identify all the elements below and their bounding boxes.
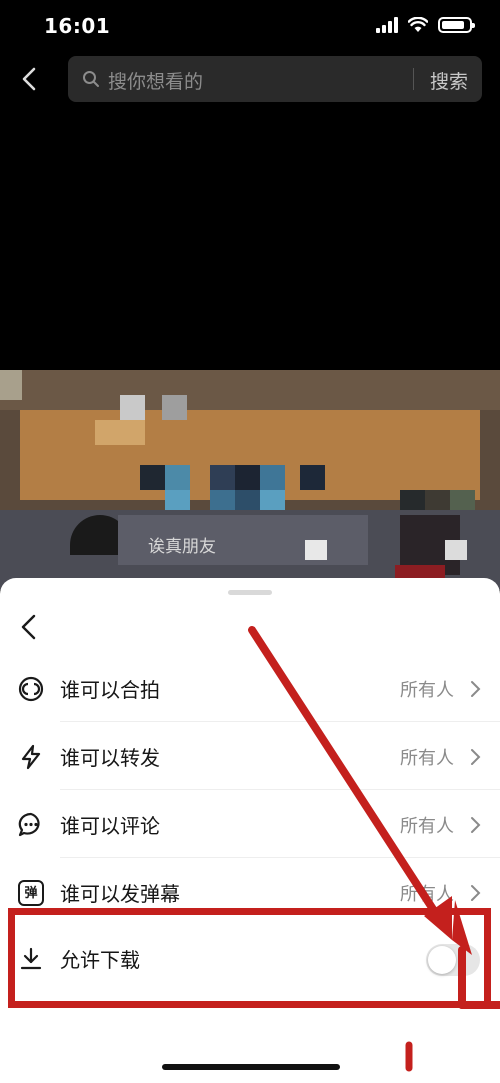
setting-row-comment[interactable]: 谁可以评论 所有人: [0, 790, 500, 858]
danmaku-icon: 弹: [18, 880, 44, 906]
search-header: 搜你想看的 搜索: [0, 52, 500, 106]
video-pixel-block: [305, 540, 327, 560]
setting-label: 谁可以发弹幕: [60, 882, 180, 906]
video-pixel-block: [260, 465, 285, 490]
home-indicator: [162, 1064, 340, 1070]
video-pixel-block: [445, 540, 467, 560]
video-pixel-block: [165, 465, 190, 490]
search-placeholder: 搜你想看的: [108, 71, 204, 93]
video-pixel-block: [140, 465, 165, 490]
search-icon: [83, 71, 99, 87]
setting-label: 谁可以评论: [60, 814, 160, 838]
chevron-right-icon: [471, 749, 481, 765]
sheet-grabber[interactable]: [228, 590, 272, 595]
search-divider: [413, 68, 414, 90]
chevron-right-icon: [471, 885, 481, 901]
annotation-highlight-box: [8, 908, 491, 1008]
search-input[interactable]: 搜你想看的 搜索: [68, 56, 482, 102]
status-icons: [376, 17, 475, 33]
back-arrow-icon[interactable]: [14, 612, 44, 642]
wifi-icon: [408, 17, 428, 32]
video-pixel-block: [300, 465, 325, 490]
setting-value: 所有人: [400, 884, 454, 905]
danmaku-icon-text: 弹: [24, 886, 38, 901]
setting-row-forward[interactable]: 谁可以转发 所有人: [0, 722, 500, 790]
video-pixel-block: [0, 370, 500, 410]
duet-icon: [18, 676, 44, 702]
chevron-right-icon: [471, 817, 481, 833]
setting-row-duet[interactable]: 谁可以合拍 所有人: [0, 654, 500, 722]
setting-label: 谁可以合拍: [60, 678, 160, 702]
setting-label: 谁可以转发: [60, 746, 160, 770]
video-pixel-block: [162, 395, 187, 420]
chevron-right-icon: [471, 681, 481, 697]
search-button[interactable]: 搜索: [430, 67, 468, 94]
video-pixel-block: [210, 465, 235, 490]
back-arrow-icon[interactable]: [16, 64, 42, 94]
video-pixel-block: [0, 370, 22, 400]
battery-icon: [438, 17, 475, 33]
video-pixel-block: [235, 465, 260, 490]
lightning-icon: [21, 744, 41, 770]
setting-value: 所有人: [400, 816, 454, 837]
comment-icon: [18, 812, 40, 837]
status-time: 16:01: [44, 14, 111, 38]
cellular-signal-icon: [376, 17, 398, 33]
video-pixel-block: [95, 420, 145, 445]
video-caption: 诶真朋友: [148, 537, 216, 557]
video-thumbnail[interactable]: 诶真朋友: [0, 370, 500, 590]
setting-value: 所有人: [400, 680, 454, 701]
setting-value: 所有人: [400, 748, 454, 769]
status-bar: 16:01: [0, 0, 500, 52]
